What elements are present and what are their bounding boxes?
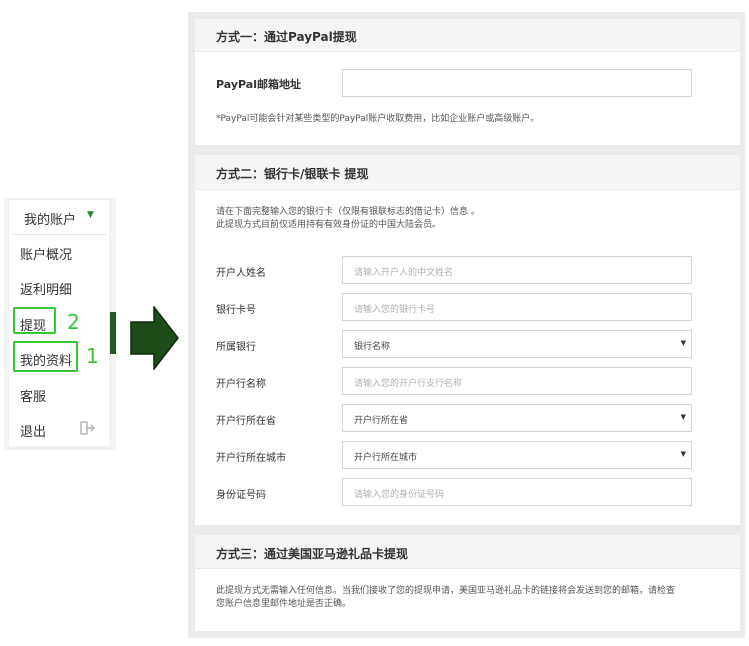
id-number-input[interactable]: 请输入您的身份证号码: [342, 478, 692, 506]
my-account-toggle[interactable]: 我的账户: [24, 209, 76, 228]
id-number-label: 身份证号码: [216, 490, 266, 501]
paypal-section-header: 方式一：通过PayPal提现: [195, 19, 740, 52]
amazon-section-title: 方式三：通过美国亚马逊礼品卡提现: [216, 547, 409, 561]
bank-select[interactable]: 银行名称 ▼: [342, 330, 692, 358]
bank-card-section: 方式二：银行卡/银联卡 提现 请在下面完整输入您的银行卡（仅限有银联标志的借记卡…: [195, 155, 740, 525]
branch-city-select[interactable]: 开户行所在城市 ▼: [342, 441, 692, 469]
bank-card-section-header: 方式二：银行卡/银联卡 提现: [195, 155, 740, 190]
menu-item-rebate-details[interactable]: 返利明细: [20, 279, 72, 298]
branch-city-value: 开户行所在城市: [354, 453, 418, 463]
id-number-placeholder: 请输入您的身份证号码: [354, 490, 445, 500]
amazon-note-2: 您账户信息里邮件地址是否正确。: [216, 599, 352, 609]
select-arrow-icon: ▼: [680, 413, 686, 421]
branch-name-input[interactable]: 请输入您的开户行支行名称: [342, 367, 692, 395]
menu-item-account-overview[interactable]: 账户概况: [20, 244, 72, 263]
bank-label: 所属银行: [216, 342, 256, 353]
menu-item-customer-service[interactable]: 客服: [20, 386, 46, 405]
paypal-email-input[interactable]: [342, 69, 692, 97]
menu-divider: [12, 234, 106, 235]
amazon-note-1: 此提现方式无需输入任何信息。当我们接收了您的提现申请，美国亚马逊礼品卡的链接将会…: [216, 586, 676, 596]
amazon-section-header: 方式三：通过美国亚马逊礼品卡提现: [195, 535, 740, 569]
paypal-section: 方式一：通过PayPal提现 PayPal邮箱地址 *PayPal可能会针对某些…: [195, 19, 740, 145]
annotation-number-1: 1: [86, 344, 99, 368]
paypal-section-title: 方式一：通过PayPal提现: [216, 30, 357, 44]
highlight-withdraw: [13, 307, 56, 334]
card-number-input[interactable]: 请输入您的银行卡号: [342, 293, 692, 321]
branch-province-select[interactable]: 开户行所在省 ▼: [342, 404, 692, 432]
active-indicator: [110, 312, 116, 354]
branch-city-label: 开户行所在城市: [216, 453, 286, 464]
chevron-down-icon[interactable]: ▼: [87, 210, 94, 220]
amazon-gift-card-section: 方式三：通过美国亚马逊礼品卡提现 此提现方式无需输入任何信息。当我们接收了您的提…: [195, 535, 740, 631]
branch-name-placeholder: 请输入您的开户行支行名称: [354, 379, 463, 389]
branch-province-value: 开户行所在省: [354, 416, 409, 426]
bank-card-section-title: 方式二：银行卡/银联卡 提现: [216, 167, 369, 181]
paypal-email-label: PayPal邮箱地址: [216, 78, 301, 91]
account-holder-label: 开户人姓名: [216, 268, 266, 279]
account-holder-input[interactable]: 请输入开户人的中文姓名: [342, 256, 692, 284]
select-arrow-icon: ▼: [680, 450, 686, 458]
card-number-placeholder: 请输入您的银行卡号: [354, 305, 436, 315]
annotation-number-2: 2: [67, 310, 80, 334]
select-arrow-icon: ▼: [680, 339, 686, 347]
paypal-fee-note: *PayPal可能会针对某些类型的PayPal账户收取费用，比如企业账户或高级账…: [216, 114, 540, 124]
logout-icon[interactable]: [80, 421, 96, 435]
bank-select-value: 银行名称: [354, 342, 391, 352]
highlight-my-profile: [13, 341, 78, 372]
menu-item-logout[interactable]: 退出: [20, 421, 46, 440]
bank-card-intro-2: 此提现方式目前仅适用持有有效身份证的中国大陆会员。: [216, 220, 442, 230]
bank-card-intro-1: 请在下面完整输入您的银行卡（仅限有银联标志的借记卡）信息 。: [216, 207, 480, 217]
account-holder-placeholder: 请输入开户人的中文姓名: [354, 268, 454, 278]
card-number-label: 银行卡号: [216, 305, 256, 316]
right-arrow-icon: [130, 306, 179, 370]
branch-name-label: 开户行名称: [216, 379, 266, 390]
branch-province-label: 开户行所在省: [216, 416, 276, 427]
